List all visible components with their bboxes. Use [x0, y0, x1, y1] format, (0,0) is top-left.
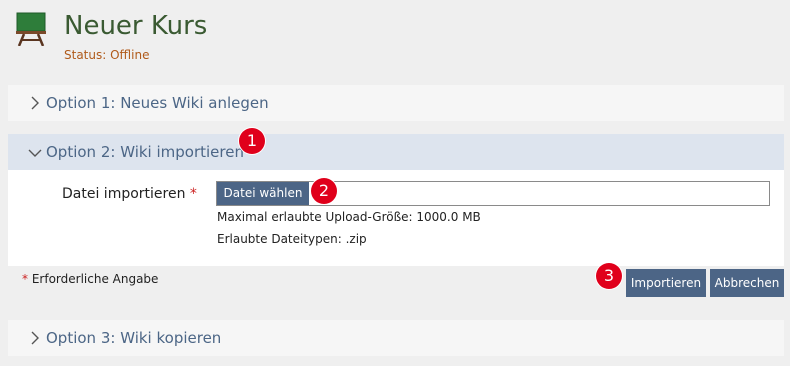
page-title: Neuer Kurs — [64, 11, 208, 41]
required-marker: * — [189, 186, 197, 202]
status-text: Status: Offline — [64, 48, 150, 62]
accordion-option-1[interactable]: Option 1: Neues Wiki anlegen — [8, 85, 784, 121]
allowed-file-types-text: Erlaubte Dateitypen: .zip — [217, 232, 367, 246]
file-import-label: Datei importieren * — [62, 186, 197, 202]
chevron-right-icon — [31, 96, 39, 110]
annotation-badge-1: 1 — [239, 128, 265, 154]
accordion-option-2[interactable]: Option 2: Wiki importieren — [8, 134, 784, 170]
max-upload-size-text: Maximal erlaubte Upload-Größe: 1000.0 MB — [217, 210, 481, 224]
choose-file-button[interactable]: Datei wählen — [217, 182, 309, 205]
required-note-marker: * — [22, 272, 28, 286]
required-note-text: Erforderliche Angabe — [31, 272, 159, 286]
chevron-right-icon — [31, 331, 39, 345]
chalkboard-icon — [16, 12, 46, 46]
annotation-badge-3: 3 — [596, 263, 622, 289]
accordion-label: Option 3: Wiki kopieren — [46, 329, 222, 347]
required-note: * Erforderliche Angabe — [22, 272, 158, 286]
chevron-down-icon — [28, 149, 42, 157]
import-button[interactable]: Importieren — [626, 269, 706, 297]
accordion-label: Option 1: Neues Wiki anlegen — [46, 94, 269, 112]
accordion-label: Option 2: Wiki importieren — [46, 143, 244, 161]
annotation-badge-2: 2 — [311, 178, 337, 204]
page-header: Neuer Kurs Status: Offline — [0, 0, 790, 70]
accordion-option-3[interactable]: Option 3: Wiki kopieren — [8, 320, 784, 356]
field-label-text: Datei importieren — [62, 186, 186, 202]
cancel-button[interactable]: Abbrechen — [710, 269, 784, 297]
